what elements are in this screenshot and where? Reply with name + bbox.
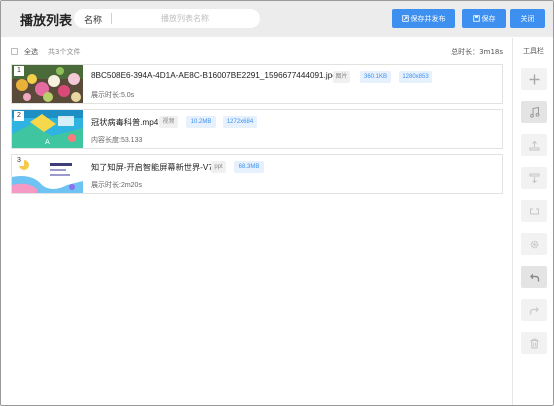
close-label: 关闭 [520, 14, 535, 23]
item-size-tag: 360.1KB [360, 71, 391, 83]
playlist-window: 播放列表 名称 保存并发布 保存 关闭 全选 [0, 0, 554, 406]
save-and-publish-button[interactable]: 保存并发布 [392, 9, 455, 28]
page-title: 播放列表 [20, 14, 73, 29]
item-filename: 冠状病毒科普.mp4 [91, 118, 159, 127]
item-type-tag: 视频 [159, 116, 178, 128]
move-bottom-icon [529, 173, 539, 183]
toolbar-title: 工具栏 [523, 47, 544, 55]
add-button[interactable] [521, 68, 547, 90]
move-to-bottom-button[interactable] [521, 167, 547, 189]
item-index: 1 [14, 66, 24, 76]
list-item[interactable]: 1 8BC508E6-394A-4D1A-AE8C-B16007BE2291_1… [11, 64, 503, 104]
playlist-name-field[interactable]: 名称 [74, 9, 260, 28]
delete-button[interactable] [521, 332, 547, 354]
save-icon [472, 15, 480, 22]
save-button[interactable]: 保存 [462, 9, 506, 28]
header-bar: 播放列表 名称 保存并发布 保存 关闭 [1, 1, 553, 37]
add-icon [529, 74, 539, 84]
select-all-checkbox[interactable] [11, 48, 18, 55]
save-and-publish-label: 保存并发布 [410, 14, 446, 23]
total-duration: 总时长：3m18s [451, 48, 503, 56]
undo-icon [529, 273, 539, 281]
file-count: 共3个文件 [48, 48, 81, 56]
publish-icon [401, 15, 409, 22]
move-to-top-button[interactable] [521, 134, 547, 156]
name-divider [111, 13, 112, 24]
item-content-length: 内容长度:53.133 [91, 137, 143, 144]
item-index: 2 [14, 111, 24, 121]
name-label: 名称 [84, 16, 103, 26]
playlist-main: 全选 共3个文件 总时长：3m18s 1 8BC508E6-394A-4D1A-… [1, 38, 512, 405]
save-label: 保存 [481, 14, 496, 23]
list-item[interactable]: 3 知了知屏-开启智能屏幕新世界-V7 ppt 68.3MB 展示时长:2m20… [11, 154, 503, 194]
playlist-name-input[interactable] [116, 11, 254, 26]
item-duration: 展示时长:5.0s [91, 92, 135, 99]
loop-icon [529, 207, 539, 214]
select-all-label[interactable]: 全选 [24, 47, 38, 57]
undo-button[interactable] [521, 266, 547, 288]
item-type-tag: ppt [211, 161, 226, 173]
move-top-icon [529, 140, 539, 150]
close-button[interactable]: 关闭 [510, 9, 545, 28]
item-filename: 8BC508E6-394A-4D1A-AE8C-B16007BE2291_159… [91, 71, 342, 80]
list-item[interactable]: A 2 冠状病毒科普.mp4 视频 10.2MB 1272x684 内容长度:5… [11, 109, 503, 149]
loop-button[interactable] [521, 200, 547, 222]
svg-text:A: A [45, 138, 50, 146]
add-music-button[interactable] [521, 101, 547, 123]
settings-button[interactable] [521, 233, 547, 255]
delete-icon [530, 338, 538, 348]
item-index: 3 [14, 156, 24, 166]
settings-icon [530, 240, 538, 248]
select-bar: 全选 共3个文件 总时长：3m18s [11, 47, 503, 57]
item-size-tag: 10.2MB [186, 116, 216, 128]
item-size-tag: 68.3MB [234, 161, 264, 173]
item-filename: 知了知屏-开启智能屏幕新世界-V7 [91, 163, 213, 172]
item-type-tag: 图片 [333, 71, 350, 83]
toolbar: 工具栏 [512, 38, 553, 405]
item-resolution-tag: 1272x684 [223, 116, 257, 128]
item-resolution-tag: 1280x853 [399, 71, 432, 83]
redo-button[interactable] [521, 299, 547, 321]
music-icon [529, 106, 539, 118]
redo-icon [529, 306, 539, 314]
item-duration: 展示时长:2m20s [91, 182, 142, 189]
